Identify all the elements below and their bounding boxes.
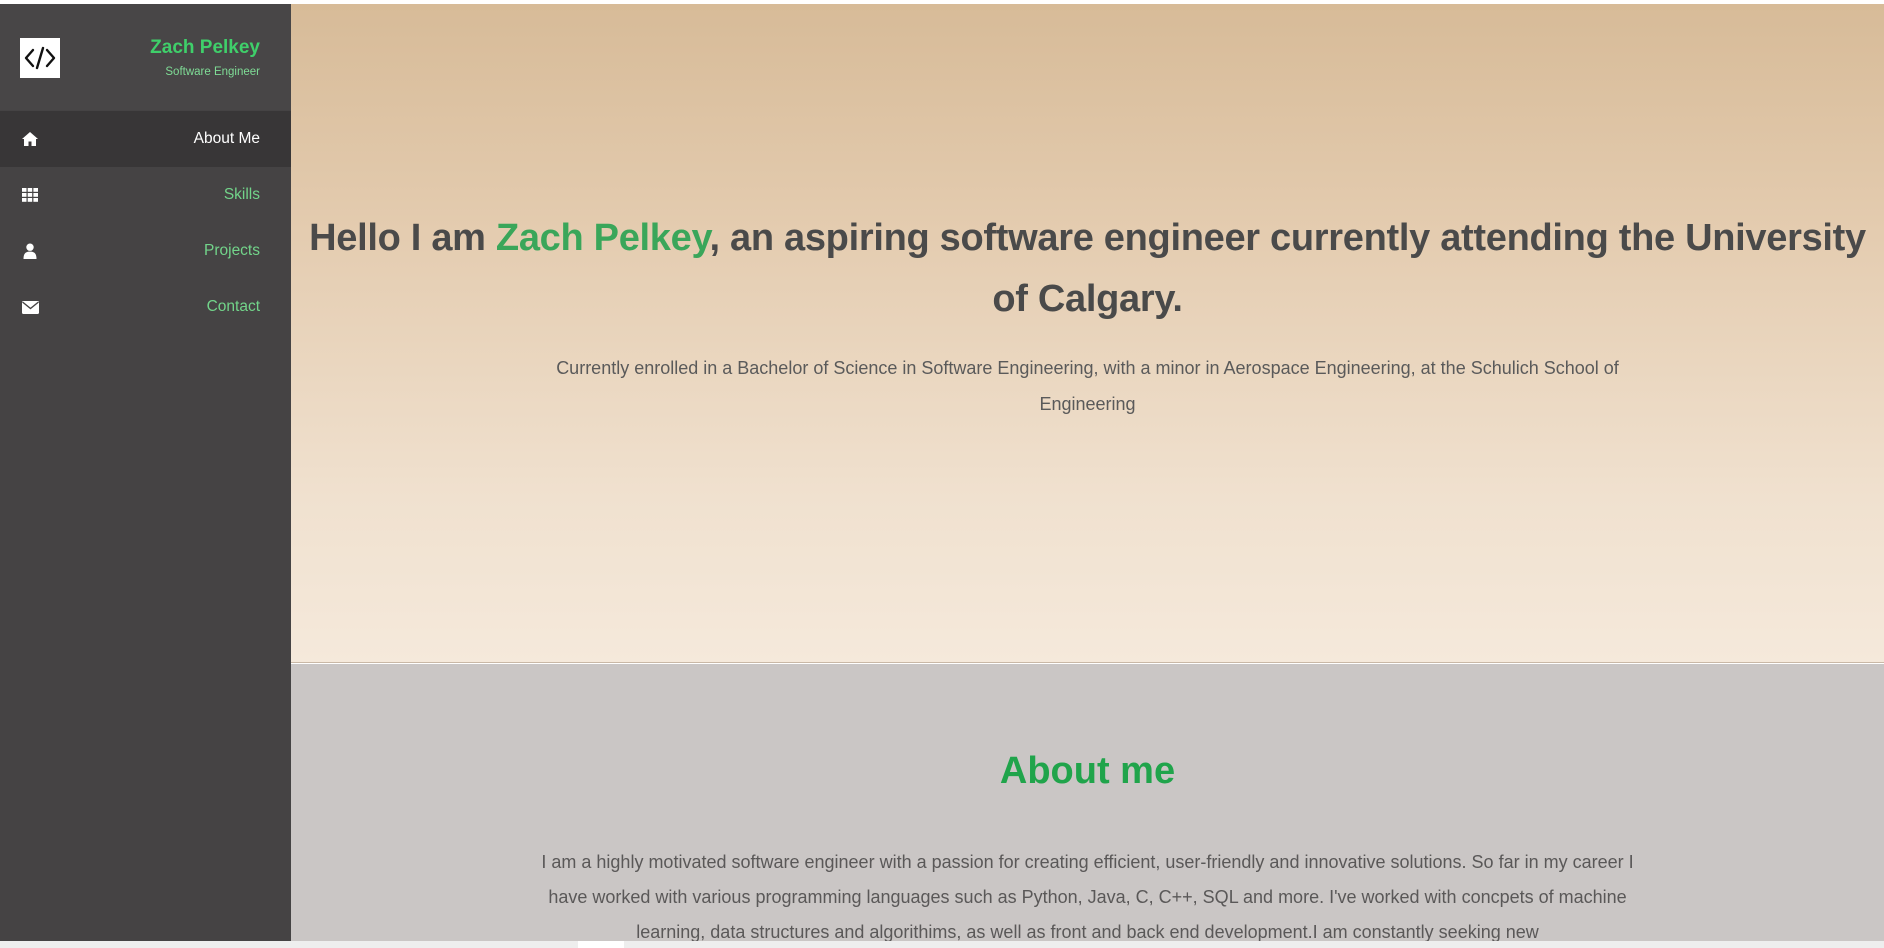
sidebar-item-projects[interactable]: Projects <box>0 223 291 279</box>
sidebar-item-label: About Me <box>193 130 260 147</box>
about-section: About me I am a highly motivated softwar… <box>291 664 1884 941</box>
sidebar-item-label: Contact <box>206 298 260 315</box>
sidebar-header: Zach Pelkey Software Engineer <box>0 4 291 110</box>
hero-section: Hello I am Zach Pelkey, an aspiring soft… <box>291 4 1884 663</box>
sidebar-item-label: Skills <box>223 186 260 203</box>
hero-subtitle: Currently enrolled in a Bachelor of Scie… <box>556 358 1619 414</box>
page: Zach Pelkey Software Engineer About Me S… <box>0 4 1884 941</box>
scrollbar-thumb[interactable] <box>578 941 624 948</box>
brand-name[interactable]: Zach Pelkey <box>150 37 260 59</box>
sidebar-item-contact[interactable]: Contact <box>0 279 291 335</box>
sidebar-nav: About Me Skills Projects Contact <box>0 111 291 335</box>
sidebar-item-label: Projects <box>204 242 260 259</box>
grid-icon <box>20 185 40 205</box>
brand-role: Software Engineer <box>165 66 260 78</box>
horizontal-scrollbar[interactable] <box>0 941 1884 948</box>
about-title: About me <box>999 750 1176 792</box>
user-icon <box>20 241 40 261</box>
hero-title-name: Zach Pelkey <box>495 217 710 259</box>
hero-title: Hello I am Zach Pelkey, an aspiring soft… <box>291 208 1884 330</box>
hero-title-prefix: Hello I am <box>309 217 496 259</box>
home-icon <box>20 129 40 149</box>
sidebar: Zach Pelkey Software Engineer About Me S… <box>0 4 291 941</box>
envelope-icon <box>20 297 40 317</box>
hero-title-suffix: , an aspiring software engineer currentl… <box>709 217 1866 320</box>
main-content: Hello I am Zach Pelkey, an aspiring soft… <box>291 4 1884 941</box>
code-icon[interactable] <box>20 38 60 78</box>
about-text: I am a highly motivated software enginee… <box>541 852 1634 941</box>
sidebar-item-skills[interactable]: Skills <box>0 167 291 223</box>
sidebar-item-about-me[interactable]: About Me <box>0 111 291 167</box>
